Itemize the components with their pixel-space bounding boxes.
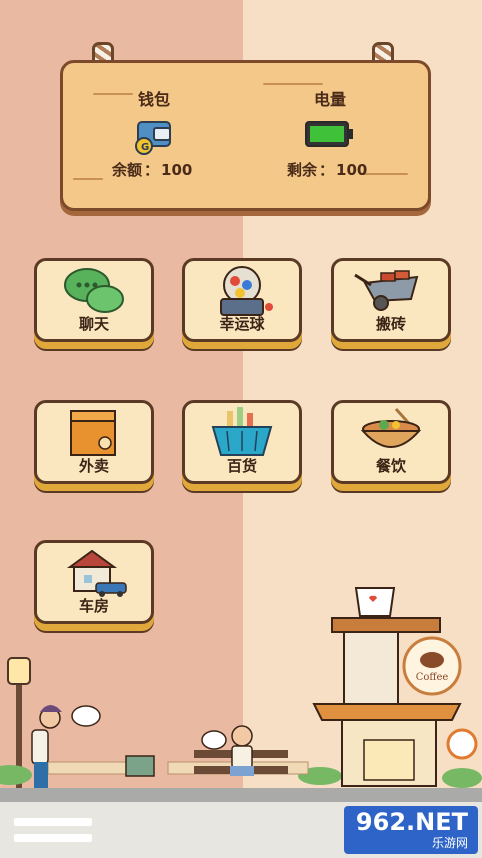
balance-text: 余额： 100 (112, 161, 193, 179)
balance-value: 100 (161, 161, 193, 179)
wallet-icon: G (135, 121, 171, 155)
brick-wheelbarrow-icon (354, 270, 419, 311)
cafe-sign-text: Coffee (416, 672, 449, 683)
store-label: 百货 (226, 457, 257, 475)
lucky-ball-button[interactable]: 幸运球 (182, 258, 302, 342)
delivery-button[interactable]: 外卖 (34, 400, 154, 484)
brick-button[interactable]: 搬砖 (331, 258, 451, 342)
wallet-title: 钱包 (138, 90, 171, 109)
store-button[interactable]: 百货 (182, 400, 302, 484)
watermark: 962.NET 乐游网 (344, 806, 478, 854)
status-board (60, 60, 431, 211)
remain-text: 剩余： 100 (287, 161, 368, 179)
watermark-sub: 乐游网 (431, 836, 468, 850)
chat-bubbles-icon (64, 268, 124, 313)
battery-icon (305, 121, 353, 147)
remain-value: 100 (336, 161, 368, 179)
delivery-label: 外卖 (78, 457, 109, 475)
street-scene: Coffee (0, 587, 482, 790)
svg-text:G: G (141, 142, 149, 153)
balance-label: 余额 (112, 161, 143, 179)
remain-label: 剩余 (287, 161, 318, 179)
brick-label: 搬砖 (375, 315, 406, 333)
shopping-basket-icon (211, 407, 273, 456)
food-bowl-icon (360, 407, 422, 448)
dining-label: 餐饮 (375, 457, 406, 475)
chat-button[interactable]: 聊天 (34, 258, 154, 342)
watermark-main: 962.NET (355, 808, 468, 836)
dining-button[interactable]: 餐饮 (331, 400, 451, 484)
power-title: 电量 (314, 90, 347, 109)
chat-label: 聊天 (78, 315, 109, 333)
street (0, 788, 482, 802)
lucky-ball-label: 幸运球 (219, 315, 265, 333)
delivery-box-icon (70, 410, 116, 456)
